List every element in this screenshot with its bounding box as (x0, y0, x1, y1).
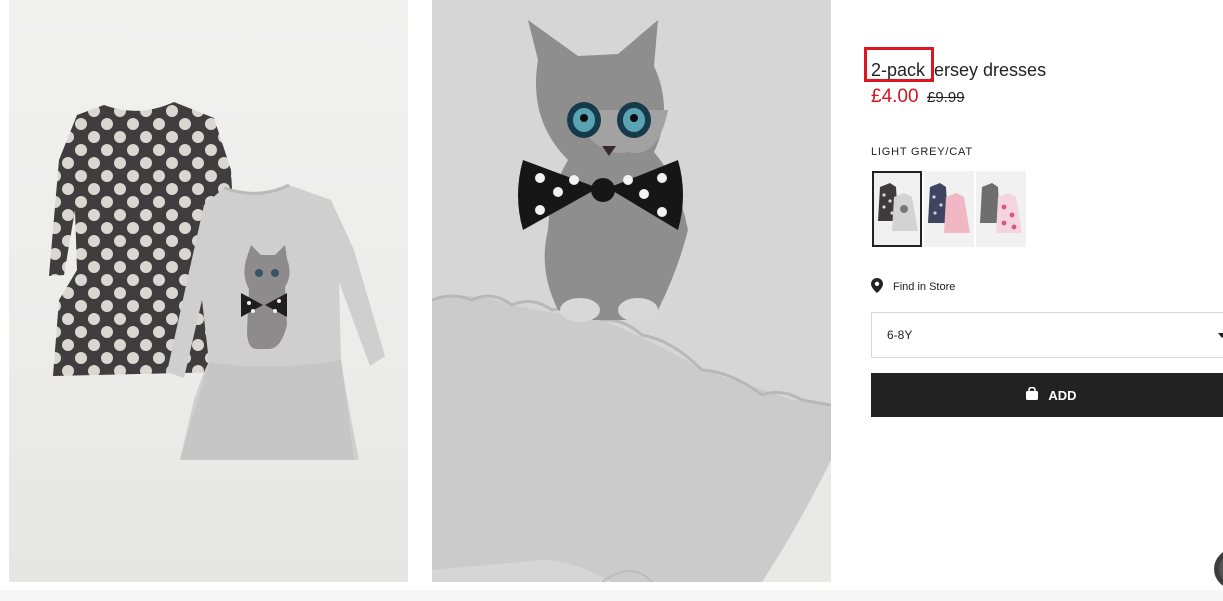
two-dresses-photo (49, 102, 385, 460)
size-select-value: 6-8Y (887, 328, 913, 342)
price-row: £4.00 £9.99 (871, 86, 965, 108)
add-to-bag-button[interactable]: ADD (871, 373, 1223, 417)
kitten-print (241, 245, 290, 349)
swatch-grey-pink[interactable] (976, 171, 1026, 247)
highlight-box (864, 47, 934, 82)
kitten-closeup-photo (432, 0, 831, 582)
product-page: 2-pack jersey dresses £4.00 £9.99 LIGHT … (0, 0, 1223, 601)
swatch-thumbnail (976, 171, 1026, 247)
product-image-main[interactable] (9, 0, 408, 582)
add-button-label: ADD (1048, 387, 1077, 403)
find-in-store-link[interactable]: Find in Store (871, 278, 955, 296)
find-in-store-label: Find in Store (893, 281, 956, 293)
shopping-bag-icon (1025, 386, 1039, 403)
selected-color-label: LIGHT GREY/CAT (871, 146, 973, 158)
swatch-thumbnail (874, 173, 920, 245)
location-pin-icon (871, 278, 883, 296)
sale-price: £4.00 (871, 86, 919, 107)
chevron-down-icon (1218, 333, 1223, 338)
swatch-thumbnail (924, 171, 974, 247)
page-bottom-strip (0, 590, 1223, 601)
swatch-dark-blue-pink[interactable] (924, 171, 974, 247)
chat-widget-icon[interactable] (1214, 549, 1223, 589)
product-image-detail[interactable] (432, 0, 831, 582)
color-swatches (872, 171, 1026, 247)
swatch-light-grey-cat[interactable] (872, 171, 922, 247)
size-select[interactable]: 6-8Y (871, 312, 1223, 358)
original-price: £9.99 (927, 89, 965, 106)
